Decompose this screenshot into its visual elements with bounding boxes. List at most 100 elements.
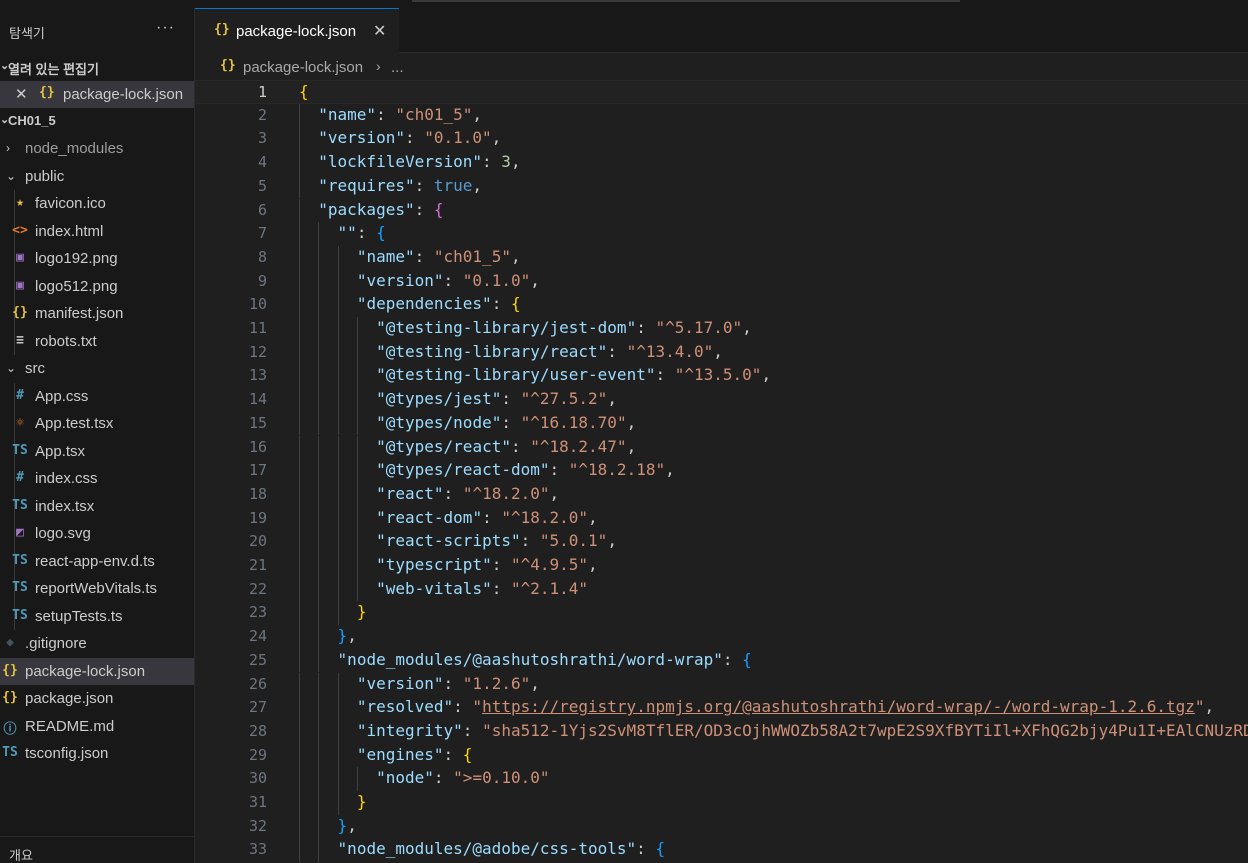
code-line[interactable]: 31} [195, 791, 1248, 815]
tree-file[interactable]: {} package.json [0, 685, 194, 713]
breadcrumb-file[interactable]: package-lock.json [243, 59, 363, 76]
code-line[interactable]: 22 "web-vitals": "^2.1.4" [195, 577, 1248, 602]
close-icon[interactable]: ✕ [373, 21, 386, 41]
indent-guide [337, 696, 339, 720]
code-text: "web-vitals": "^2.1.4" [376, 579, 588, 598]
code-line[interactable]: 3 "version": "0.1.0", [195, 127, 1248, 152]
explorer-sidebar: 탐색기 ··· ⌄ 열려 있는 편집기 ✕ {} package-lock.js… [0, 8, 195, 863]
code-token: "^18.2.47" [530, 436, 627, 456]
code-token: , [530, 673, 540, 693]
indent-guide [299, 743, 300, 768]
line-number: 21 [248, 556, 267, 574]
indent-guide [337, 340, 339, 365]
code-line[interactable]: 14 "@types/jest": "^27.5.2", [195, 388, 1248, 412]
code-line[interactable]: 15 "@types/node": "^16.18.70", [195, 411, 1248, 436]
tab-package-lock-json[interactable]: {} package-lock.json ✕ [195, 8, 399, 53]
code-line[interactable]: 7 "": { [195, 222, 1248, 246]
project-section[interactable]: ⌄ CH01_5 [0, 108, 194, 135]
code-line[interactable]: 32}, [195, 814, 1248, 839]
indent-guide [356, 577, 358, 602]
code-line[interactable]: 5 "requires": true, [195, 174, 1248, 199]
code-line[interactable]: 21 "typescript": "^4.9.5", [195, 554, 1248, 578]
code-line[interactable]: 25 "node_modules/@aashutoshrathi/word-wra… [195, 648, 1248, 673]
tree-file[interactable]: {} manifest.json [0, 300, 194, 328]
tree-file[interactable]: ◩ logo.svg [0, 520, 194, 548]
tree-file[interactable]: {} package-lock.json [0, 657, 194, 685]
code-token[interactable]: https://registry.npmjs.org/@aashutoshrat… [482, 697, 1195, 716]
tree-item-label: favicon.ico [35, 195, 106, 212]
tree-file[interactable]: <> index.html [0, 217, 194, 245]
code-line[interactable]: 20 "react-scripts": "5.0.1", [195, 530, 1248, 554]
code-line[interactable]: 30 "node": ">=0.10.0" [195, 767, 1248, 791]
indent-guide [299, 151, 300, 175]
indent-guide [356, 340, 358, 365]
code-line[interactable]: 13 "@testing-library/user-event": "^13.5.… [195, 364, 1248, 389]
tree-file[interactable]: TS react-app-env.d.ts [0, 547, 194, 575]
tree-file[interactable]: TS App.tsx [0, 437, 194, 465]
code-token: "0.1.0" [462, 270, 531, 290]
line-number: 18 [248, 484, 267, 503]
tree-file[interactable]: ◆ .gitignore [0, 630, 194, 658]
code-text: "react-scripts": "5.0.1", [376, 531, 617, 550]
code-line[interactable]: 9 "version": "0.1.0", [195, 269, 1248, 294]
outline-section[interactable]: 개요 [0, 836, 194, 863]
code-line[interactable]: 26 "version": "1.2.6", [195, 672, 1248, 697]
code-token: "^16.18.70" [520, 412, 627, 432]
tree-file[interactable]: ▣ logo192.png [0, 245, 194, 273]
code-line[interactable]: 12 "@testing-library/react": "^13.4.0", [195, 340, 1248, 365]
code-line[interactable]: 1{ [195, 80, 1248, 104]
code-line[interactable]: 8 "name": "ch01_5", [195, 245, 1248, 270]
code-token: : [404, 128, 425, 148]
code-line[interactable]: 16 "@types/react": "^18.2.47", [195, 435, 1248, 460]
open-editor-item[interactable]: ✕ {} package-lock.json [0, 81, 194, 108]
tree-file[interactable]: TS reportWebVitals.ts [0, 575, 194, 603]
tree-file[interactable]: TS index.tsx [0, 492, 194, 520]
indent-guide [356, 317, 358, 341]
close-icon[interactable]: ✕ [15, 85, 28, 103]
indent-guide [299, 838, 300, 863]
code-line[interactable]: 29 "engines": { [195, 743, 1248, 768]
tree-file[interactable]: ★ favicon.ico [0, 190, 194, 218]
code-line[interactable]: 24}, [195, 625, 1248, 649]
tree-file[interactable]: ▣ logo512.png [0, 272, 194, 300]
code-token: : [501, 412, 521, 432]
code-line[interactable]: 28 "integrity": "sha512-1Yjs2SvM8TflER/OD… [195, 719, 1248, 744]
code-line[interactable]: 6 "packages": { [195, 198, 1248, 223]
code-line[interactable]: 18 "react": "^18.2.0", [195, 482, 1248, 507]
code-line[interactable]: 17 "@types/react-dom": "^18.2.18", [195, 459, 1248, 483]
code-text: "@types/node": "^16.18.70", [376, 413, 636, 432]
tree-file[interactable]: TS setupTests.ts [0, 602, 194, 630]
tree-file[interactable]: # index.css [0, 465, 194, 493]
code-token: : [482, 507, 502, 527]
tree-item-label: App.css [35, 387, 89, 405]
tree-folder[interactable]: ⌄ src [0, 355, 194, 383]
tree-folder[interactable]: ⌄ public [0, 163, 194, 191]
code-text: } [357, 602, 367, 621]
file-type-icon: TS [12, 580, 28, 595]
code-line[interactable]: 2 "name": "ch01_5", [195, 103, 1248, 128]
code-line[interactable]: 23} [195, 601, 1248, 626]
code-token: "@types/react" [376, 436, 511, 456]
tree-file[interactable]: # App.css [0, 382, 194, 410]
command-center[interactable] [412, 0, 960, 2]
tree-file[interactable]: ⓘ README.md [0, 713, 194, 741]
code-token: "sha512-1Yjs2SvM8TflER/OD3cOjhWWOZb58A2t… [482, 720, 1248, 740]
line-number: 2 [257, 105, 267, 124]
tree-item-label: README.md [25, 717, 115, 735]
code-line[interactable]: 33 "node_modules/@adobe/css-tools": { [195, 838, 1248, 863]
tree-file[interactable]: TS tsconfig.json [0, 740, 194, 768]
code-text: "name": "ch01_5", [357, 247, 521, 266]
breadcrumb-more[interactable]: ... [391, 59, 404, 76]
code-line[interactable]: 10 "dependencies": { [195, 293, 1248, 317]
code-line[interactable]: 27 "resolved": "https://registry.npmjs.or… [195, 696, 1248, 720]
code-editor[interactable]: 1{2 "name": "ch01_5", 3 "version": "0.1.0",… [195, 80, 1248, 863]
open-editors-section[interactable]: ⌄ 열려 있는 편집기 [0, 54, 194, 81]
code-line[interactable]: 4 "lockfileVersion": 3, [195, 151, 1248, 175]
tree-folder[interactable]: › node_modules [0, 135, 194, 163]
tree-file[interactable]: ⚛ App.test.tsx [0, 410, 194, 438]
code-token: : [655, 365, 675, 385]
code-line[interactable]: 11 "@testing-library/jest-dom": "^5.17.0"… [195, 317, 1248, 341]
tree-file[interactable]: ≡ robots.txt [0, 327, 194, 355]
code-line[interactable]: 19 "react-dom": "^18.2.0", [195, 506, 1248, 531]
more-actions-icon[interactable]: ··· [156, 19, 175, 37]
